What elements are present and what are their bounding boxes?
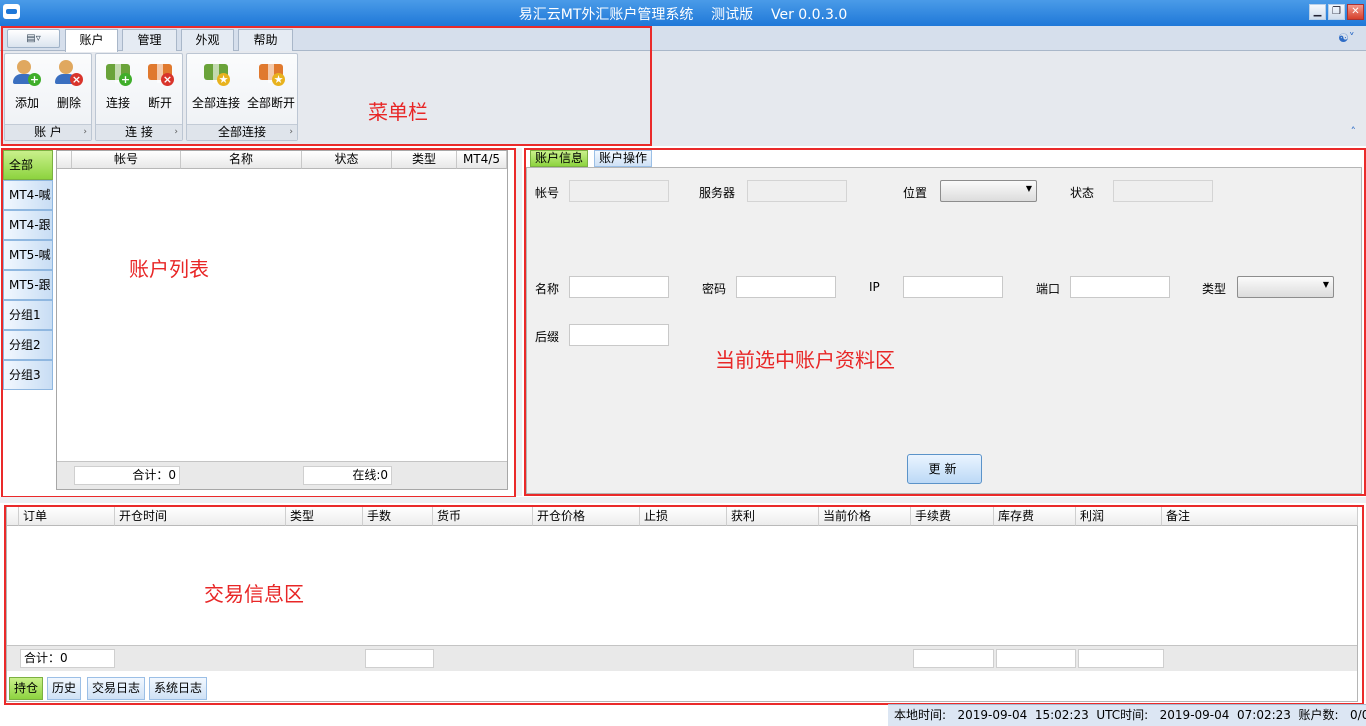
vertical-splitter[interactable] — [516, 148, 522, 496]
window-title: 易汇云MT外汇账户管理系统 测试版 Ver 0.0.3.0 — [518, 7, 848, 23]
close-button[interactable]: ✕ — [1347, 4, 1364, 20]
status-bar: 本地时间: 2019-09-04 15:02:23 UTC时间: 2019-09… — [888, 704, 1366, 726]
account-list-annotation: 账户列表 — [129, 257, 209, 281]
menu-bar-annotation-box — [1, 26, 652, 146]
account-list-annotation-box — [1, 148, 516, 498]
help-orb-icon[interactable]: ☯˅ — [1338, 30, 1358, 46]
account-detail-annotation-box — [524, 148, 1366, 496]
horizontal-splitter[interactable] — [0, 497, 1366, 503]
title-bar: 易汇云MT外汇账户管理系统 测试版 Ver 0.0.3.0 ▁ ❐ ✕ — [0, 0, 1366, 26]
collapse-ribbon-icon[interactable]: ˄ — [1351, 125, 1357, 138]
minimize-button[interactable]: ▁ — [1309, 4, 1326, 20]
maximize-button[interactable]: ❐ — [1328, 4, 1345, 20]
menu-bar-annotation: 菜单栏 — [368, 100, 428, 124]
account-detail-annotation: 当前选中账户资料区 — [715, 348, 895, 372]
trade-info-annotation: 交易信息区 — [204, 582, 304, 606]
